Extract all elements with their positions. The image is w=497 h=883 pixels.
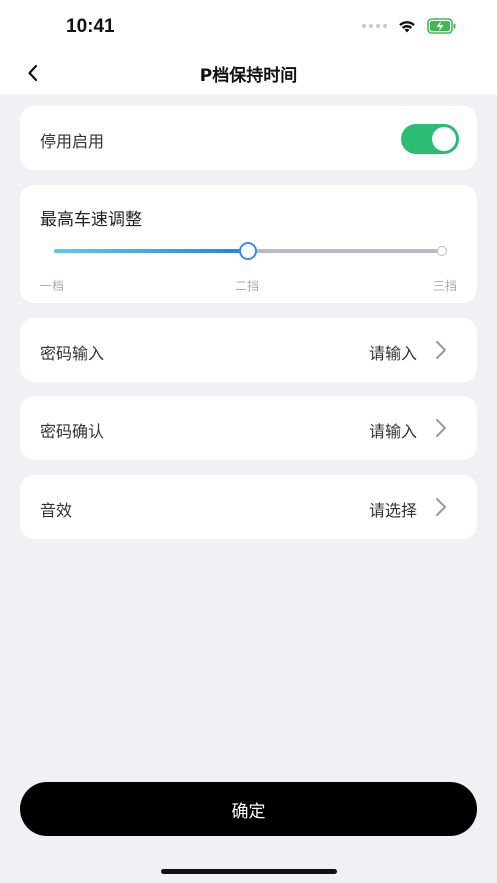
password-confirm-row[interactable]: 密码确认 请输入 [20, 396, 477, 460]
enable-toggle-label: 停用启用 [40, 132, 105, 151]
speed-slider-end-dot [437, 246, 447, 256]
confirm-button[interactable]: 确定 [20, 782, 477, 836]
password-input-label: 密码输入 [40, 344, 105, 363]
sound-effect-row[interactable]: 音效 请选择 [20, 475, 477, 539]
sound-effect-value: 请选择 [368, 501, 417, 520]
status-icons [362, 18, 457, 34]
password-confirm-label: 密码确认 [40, 422, 105, 441]
chevron-right-icon [436, 419, 446, 437]
password-input-row[interactable]: 密码输入 请输入 [20, 318, 477, 382]
chevron-right-icon [436, 341, 446, 359]
chevron-right-icon [436, 498, 446, 516]
sound-effect-label: 音效 [40, 501, 73, 520]
enable-toggle-card: 停用启用 [20, 106, 477, 170]
enable-toggle-switch[interactable] [401, 124, 459, 154]
status-time: 10:41 [66, 16, 115, 37]
wifi-icon [399, 20, 415, 32]
password-confirm-value: 请输入 [368, 422, 417, 441]
max-speed-title: 最高车速调整 [40, 210, 142, 230]
home-indicator [161, 869, 337, 874]
max-speed-card: 最高车速调整 一档 二挡 三挡 [20, 185, 477, 303]
speed-slider-track[interactable] [54, 242, 447, 260]
tick-label-first: 一档 [40, 279, 65, 293]
password-input-value: 请输入 [368, 344, 417, 363]
speed-slider-thumb[interactable] [239, 242, 257, 260]
cellular-dots-icon [362, 24, 387, 28]
tick-label-third: 三挡 [432, 279, 457, 293]
status-bar: 10:41 [0, 0, 497, 50]
speed-slider-fill [54, 249, 248, 253]
tick-label-second: 二挡 [235, 279, 260, 293]
battery-charging-icon [427, 18, 456, 34]
nav-bar: P档保持时间 [0, 50, 497, 94]
toggle-knob [432, 127, 456, 151]
page-title: P档保持时间 [199, 66, 298, 86]
